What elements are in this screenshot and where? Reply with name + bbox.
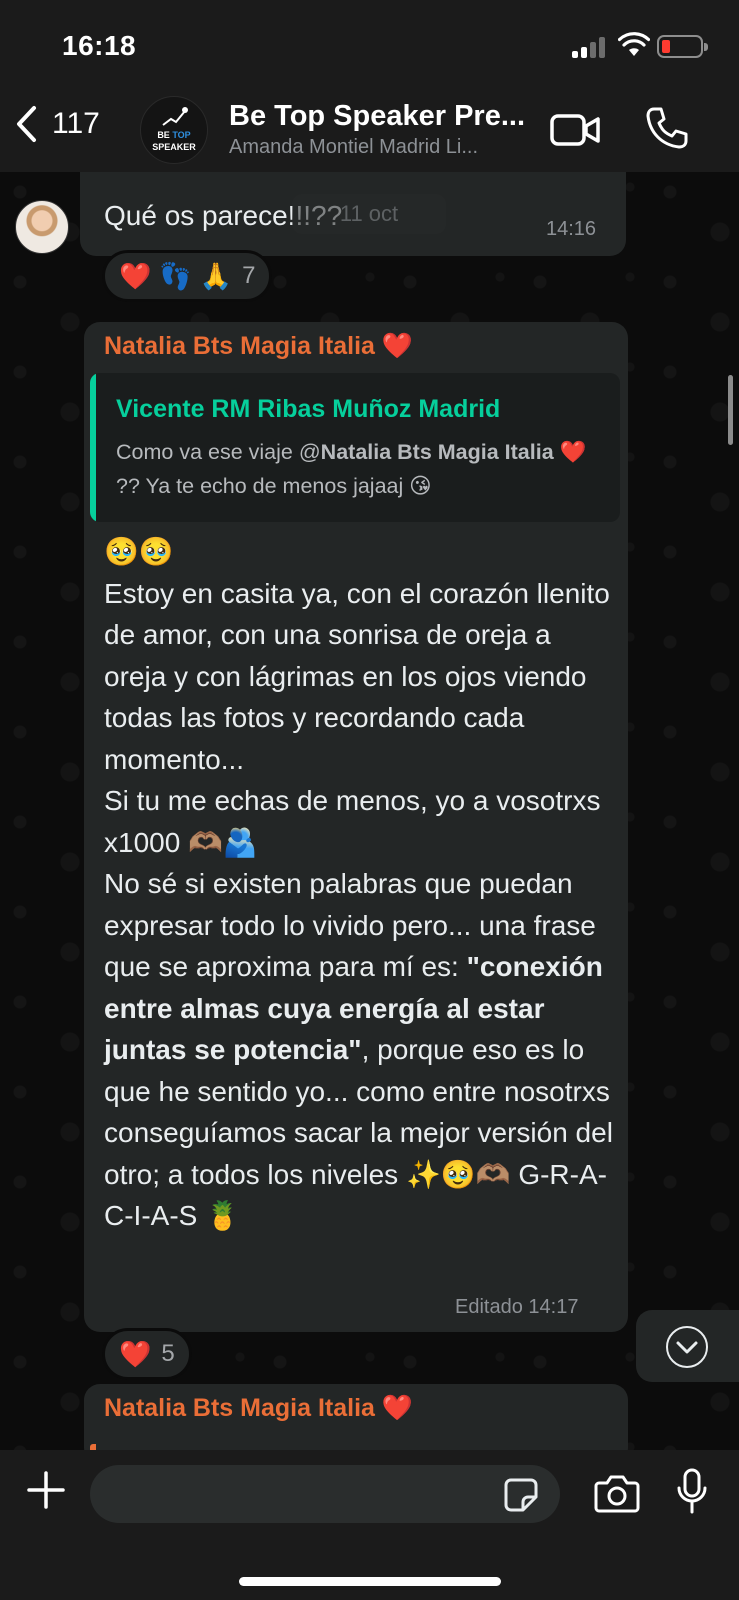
message-body-paragraph: No sé si existen palabras que puedan exp… bbox=[104, 868, 613, 1231]
logo-text-speaker: SPEAKER bbox=[152, 142, 196, 152]
microphone-logo-icon bbox=[162, 107, 188, 126]
message-input[interactable] bbox=[90, 1465, 560, 1523]
microphone-icon[interactable] bbox=[676, 1468, 708, 1516]
message-time: 14:16 bbox=[546, 218, 597, 240]
group-name[interactable]: Be Top Speaker Pre... bbox=[229, 100, 525, 133]
message-sender: Natalia Bts Magia Italia ❤️ bbox=[104, 332, 413, 360]
reaction-count: 5 bbox=[161, 1340, 175, 1367]
message-edited-time: Editado 14:17 bbox=[455, 1296, 579, 1318]
message-body-paragraph: Estoy en casita ya, con el corazón lleni… bbox=[104, 577, 610, 775]
message-reactions[interactable]: ❤️ 👣 🙏 7 bbox=[102, 250, 273, 302]
home-indicator[interactable] bbox=[239, 1577, 501, 1586]
group-members[interactable]: Amanda Montiel Madrid Li... bbox=[229, 136, 478, 159]
footprints-reaction-icon: 👣 bbox=[159, 261, 192, 291]
chat-header: 117 BE TOP SPEAKER Be Top Speaker Pre...… bbox=[0, 90, 739, 172]
message-reactions[interactable]: ❤️ 5 bbox=[102, 1328, 192, 1380]
scroll-to-bottom-button[interactable] bbox=[636, 1310, 739, 1382]
group-avatar[interactable]: BE TOP SPEAKER bbox=[140, 96, 208, 164]
heart-reaction-icon: ❤️ bbox=[119, 1339, 152, 1369]
heart-reaction-icon: ❤️ bbox=[119, 261, 152, 291]
folded-hands-reaction-icon: 🙏 bbox=[199, 261, 233, 291]
chevron-left-icon bbox=[17, 106, 36, 142]
scrollbar[interactable] bbox=[728, 375, 733, 445]
message-sender: Natalia Bts Magia Italia ❤️ bbox=[104, 1394, 413, 1422]
quote-author: Vicente RM Ribas Muñoz Madrid bbox=[116, 395, 501, 423]
quote-text: Como va ese viaje @Natalia Bts Magia Ita… bbox=[116, 440, 587, 498]
quoted-message[interactable]: Vicente RM Ribas Muñoz Madrid Como va es… bbox=[90, 373, 620, 522]
sticker-icon[interactable] bbox=[503, 1477, 539, 1513]
quote-bar bbox=[90, 373, 96, 522]
chevron-down-icon bbox=[676, 1341, 698, 1354]
sender-avatar[interactable] bbox=[15, 200, 69, 254]
logo-text-be: BE bbox=[157, 130, 173, 140]
status-time: 16:18 bbox=[62, 30, 137, 61]
message-body-paragraph: Si tu me echas de menos, yo a vosotrxs x… bbox=[104, 785, 601, 858]
logo-text-top: TOP bbox=[172, 130, 191, 140]
reaction-count: 7 bbox=[242, 262, 256, 289]
camera-icon[interactable] bbox=[594, 1474, 640, 1514]
cellular-signal-icon bbox=[572, 36, 606, 58]
status-bar: 16:18 bbox=[0, 0, 739, 90]
message-body-emojis: 🥹🥹 bbox=[104, 536, 174, 567]
phone-call-icon[interactable] bbox=[645, 106, 689, 150]
date-chip: 11 oct bbox=[292, 194, 446, 234]
wifi-icon bbox=[618, 32, 650, 56]
message-body: 🥹🥹 Estoy en casita ya, con el corazón ll… bbox=[104, 531, 614, 1237]
unread-count: 117 bbox=[52, 107, 100, 140]
message-composer bbox=[0, 1450, 739, 1600]
video-call-icon[interactable] bbox=[550, 110, 602, 150]
battery-icon bbox=[657, 35, 708, 58]
quote-mention: Natalia Bts Magia Italia bbox=[320, 440, 554, 464]
back-button[interactable]: 117 bbox=[14, 104, 100, 144]
plus-icon[interactable] bbox=[26, 1470, 66, 1510]
